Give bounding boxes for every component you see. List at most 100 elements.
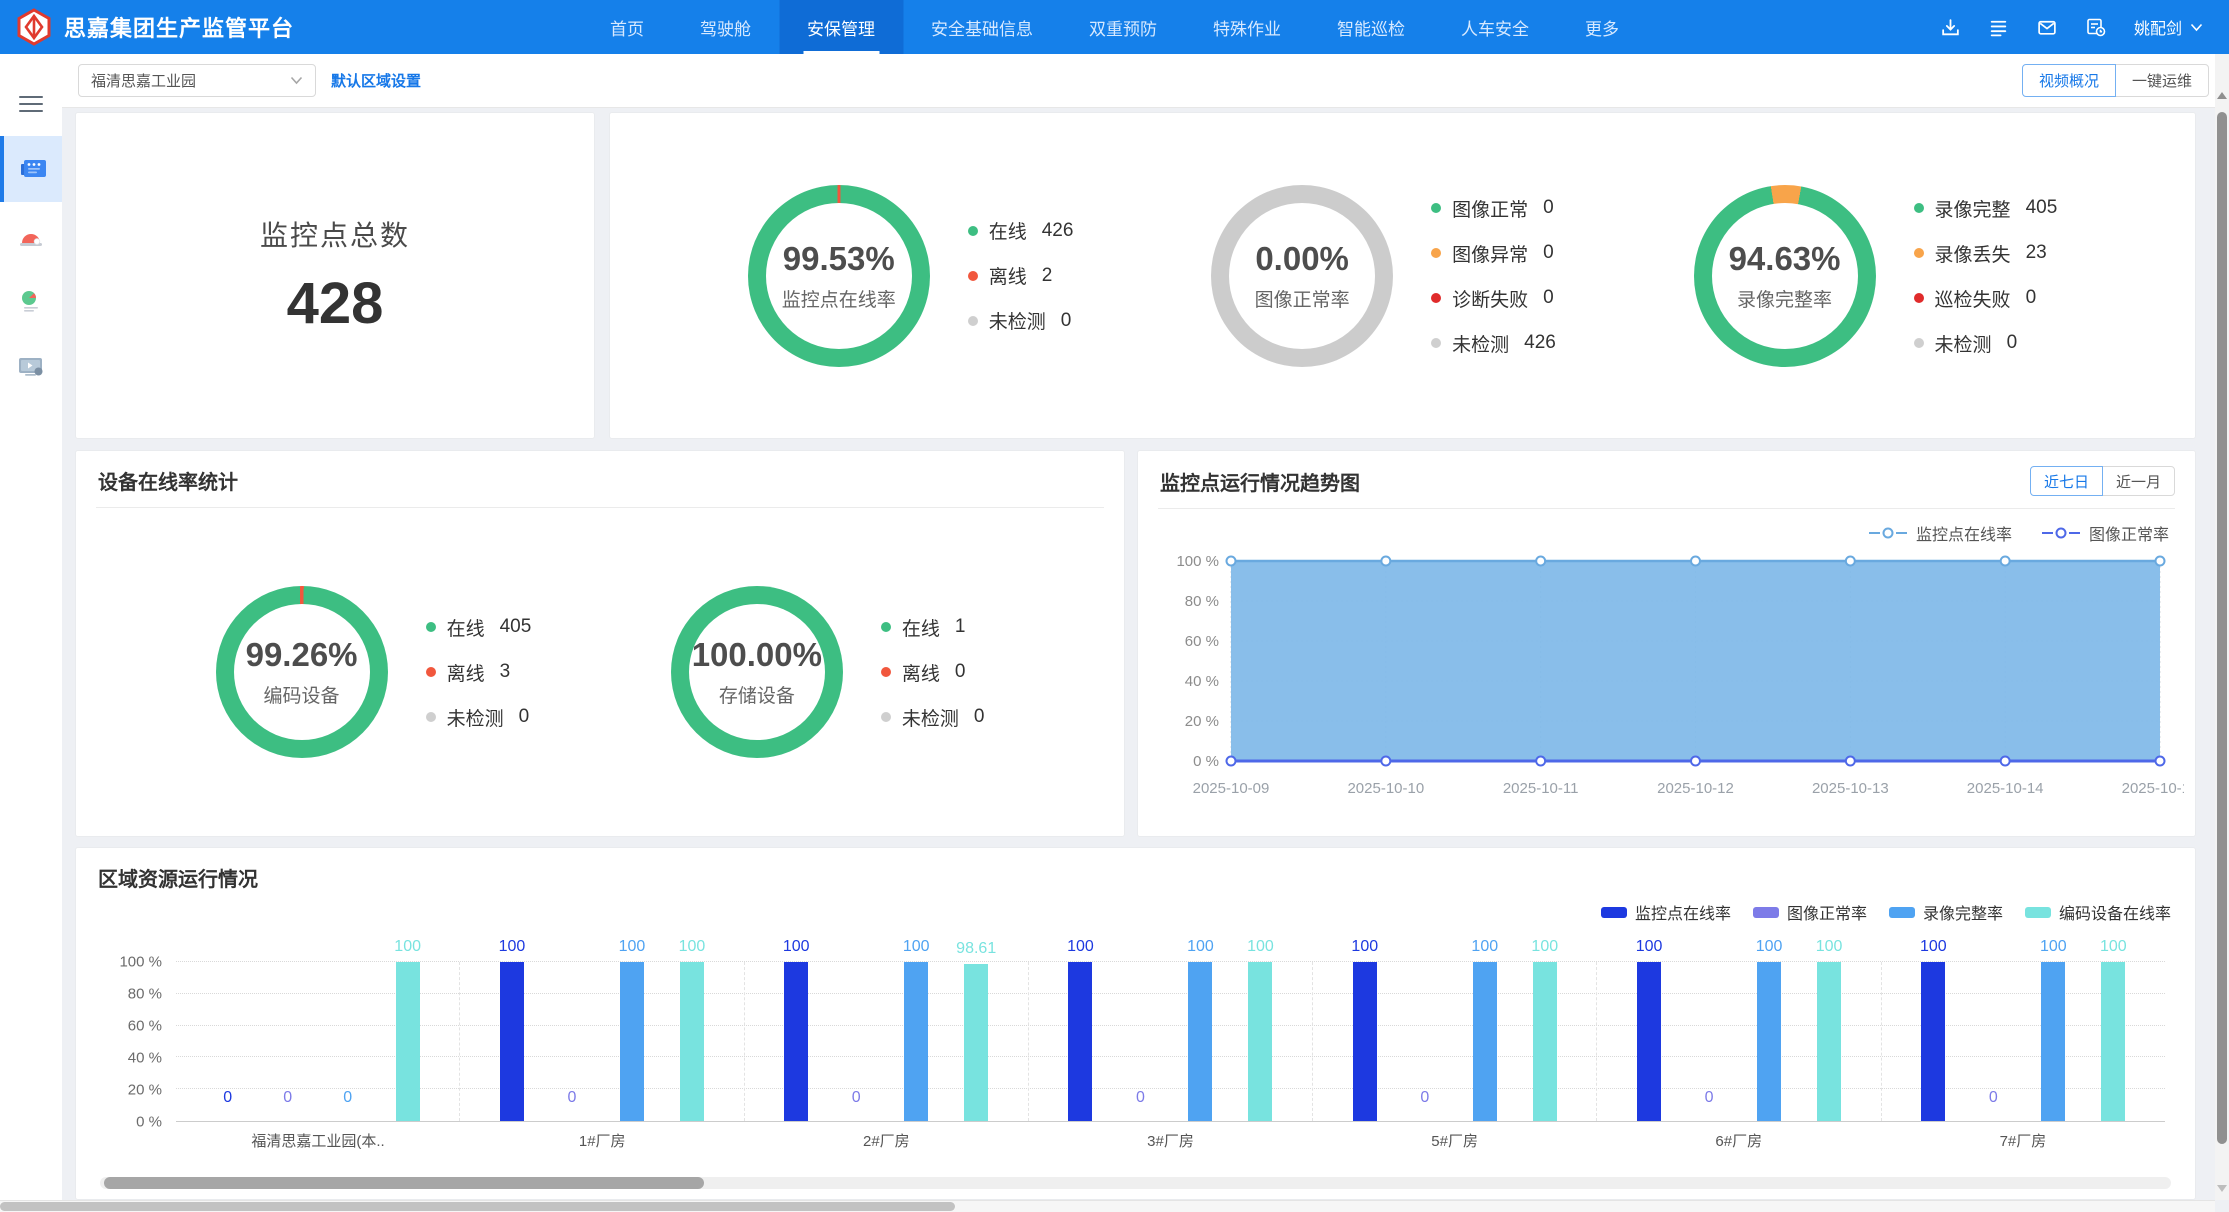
window-horizontal-scrollbar[interactable]: [0, 1200, 2215, 1212]
scroll-up-arrow-icon[interactable]: [2217, 92, 2227, 99]
bar-slot: 100: [1068, 962, 1092, 1121]
bar-legend-label: 监控点在线率: [1635, 900, 1731, 924]
bar-value-label: 100: [903, 938, 930, 956]
legend-item: 在线1: [881, 614, 985, 641]
bar-slot: 0: [1981, 962, 2005, 1121]
trend-legend-item[interactable]: 监控点在线率: [1869, 521, 2012, 545]
bar-value-label: 0: [1136, 1089, 1145, 1107]
app-logo-icon: [15, 8, 53, 46]
bar-value-label: 100: [783, 938, 810, 956]
bar-group: 1000100100: [460, 962, 744, 1121]
bar-slot: 100: [680, 962, 704, 1121]
user-menu[interactable]: 姚配剑: [2134, 15, 2203, 39]
sidebar-item-report[interactable]: [0, 274, 62, 330]
donut-percent: 94.63%: [1729, 240, 1841, 278]
legend-item: 图像正常0: [1431, 195, 1556, 222]
svg-text:2025-10-11: 2025-10-11: [1503, 780, 1579, 797]
nav-item[interactable]: 首页: [582, 0, 672, 54]
bar-slot: 0: [1128, 962, 1152, 1121]
default-region-link[interactable]: 默认区域设置: [331, 70, 421, 91]
download-icon[interactable]: [1940, 17, 1961, 38]
mail-icon[interactable]: [2036, 17, 2058, 38]
nav-item[interactable]: 双重预防: [1061, 0, 1185, 54]
sidebar-item-alarm[interactable]: [0, 210, 62, 266]
region-resources-card: 区域资源运行情况 监控点在线率图像正常率录像完整率编码设备在线率 100 %80…: [75, 847, 2196, 1200]
bar-y-axis: 100 %80 %60 %40 %20 %0 %: [106, 962, 176, 1122]
vertical-scrollbar-thumb[interactable]: [2217, 112, 2227, 1144]
bar[interactable]: [1533, 962, 1557, 1121]
bar[interactable]: [964, 964, 988, 1121]
nav-item[interactable]: 驾驶舱: [672, 0, 779, 54]
bar-legend-item[interactable]: 编码设备在线率: [2025, 900, 2171, 924]
donut-group: 0.00%图像正常率图像正常0图像异常0诊断失败0未检测426: [1211, 177, 1556, 375]
bar[interactable]: [904, 962, 928, 1121]
range-7days-button[interactable]: 近七日: [2030, 466, 2103, 496]
bar[interactable]: [1757, 962, 1781, 1121]
chart-horizontal-scrollbar[interactable]: [100, 1177, 2171, 1189]
donut-group: 99.26%编码设备在线405离线3未检测0: [216, 586, 532, 758]
legend-dot-icon: [1431, 203, 1441, 213]
bar[interactable]: [1353, 962, 1377, 1121]
legend-item: 图像异常0: [1431, 240, 1556, 267]
bar[interactable]: [1817, 962, 1841, 1121]
bar-group: 1000100100: [1029, 962, 1313, 1121]
collapse-menu-icon[interactable]: [19, 96, 43, 112]
bar[interactable]: [1248, 962, 1272, 1121]
bar-value-label: 100: [499, 938, 526, 956]
horizontal-scrollbar-thumb[interactable]: [0, 1202, 955, 1211]
bar[interactable]: [1473, 962, 1497, 1121]
legend-item: 未检测426: [1431, 330, 1556, 357]
nav-item[interactable]: 人车安全: [1433, 0, 1557, 54]
sidebar-item-monitor-overview[interactable]: [0, 136, 62, 202]
legend-item: 离线0: [881, 659, 985, 686]
scroll-down-arrow-icon[interactable]: [2217, 1185, 2227, 1192]
video-overview-button[interactable]: 视频概况: [2022, 64, 2116, 97]
bar-value-label: 100: [679, 938, 706, 956]
one-key-ops-button[interactable]: 一键运维: [2115, 64, 2209, 97]
trend-legend: 监控点在线率 图像正常率: [1138, 509, 2195, 545]
nav-item[interactable]: 安保管理: [779, 0, 903, 54]
bar[interactable]: [500, 962, 524, 1121]
bar[interactable]: [1188, 962, 1212, 1121]
video-monitor-icon: [17, 354, 45, 379]
report-pie-icon: [18, 289, 44, 315]
svg-text:80 %: 80 %: [1185, 593, 1219, 610]
bar[interactable]: [680, 962, 704, 1121]
bar[interactable]: [784, 962, 808, 1121]
bar-legend-item[interactable]: 监控点在线率: [1601, 900, 1731, 924]
legend-item: 录像完整405: [1914, 195, 2058, 222]
bar[interactable]: [2101, 962, 2125, 1121]
bar[interactable]: [620, 962, 644, 1121]
window-vertical-scrollbar[interactable]: [2215, 54, 2229, 1200]
bar-value-label: 100: [1067, 938, 1094, 956]
svg-text:40 %: 40 %: [1185, 673, 1219, 690]
bar[interactable]: [2041, 962, 2065, 1121]
list-icon[interactable]: [1988, 17, 2009, 38]
scrollbar-thumb[interactable]: [104, 1177, 704, 1189]
overview-rates-card: 99.53%监控点在线率在线426离线2未检测00.00%图像正常率图像正常0图…: [609, 112, 2196, 439]
nav-item[interactable]: 安全基础信息: [903, 0, 1061, 54]
donut-ring: 100.00%存储设备: [671, 586, 843, 758]
nav-item[interactable]: 智能巡检: [1309, 0, 1433, 54]
schedule-icon[interactable]: [2085, 16, 2107, 38]
nav-item[interactable]: 更多: [1557, 0, 1647, 54]
bar-slot: 100: [1473, 962, 1497, 1121]
bar-legend-item[interactable]: 录像完整率: [1889, 900, 2003, 924]
region-select[interactable]: 福清思嘉工业园: [78, 64, 316, 97]
bar[interactable]: [1921, 962, 1945, 1121]
sidebar-item-video[interactable]: [0, 338, 62, 394]
trend-legend-item[interactable]: 图像正常率: [2042, 521, 2169, 545]
nav-item[interactable]: 特殊作业: [1185, 0, 1309, 54]
donut-percent: 0.00%: [1255, 240, 1349, 278]
range-1month-button[interactable]: 近一月: [2102, 466, 2175, 496]
legend-item: 离线3: [426, 659, 532, 686]
bar-slot: 100: [2041, 962, 2065, 1121]
bar-legend-label: 编码设备在线率: [2059, 900, 2171, 924]
bar[interactable]: [1068, 962, 1092, 1121]
donut-label: 录像完整率: [1737, 285, 1832, 312]
brand: 思嘉集团生产监管平台: [0, 8, 294, 46]
bar[interactable]: [396, 962, 420, 1121]
bar-legend-item[interactable]: 图像正常率: [1753, 900, 1867, 924]
donut-group: 100.00%存储设备在线1离线0未检测0: [671, 586, 985, 758]
bar[interactable]: [1637, 962, 1661, 1121]
